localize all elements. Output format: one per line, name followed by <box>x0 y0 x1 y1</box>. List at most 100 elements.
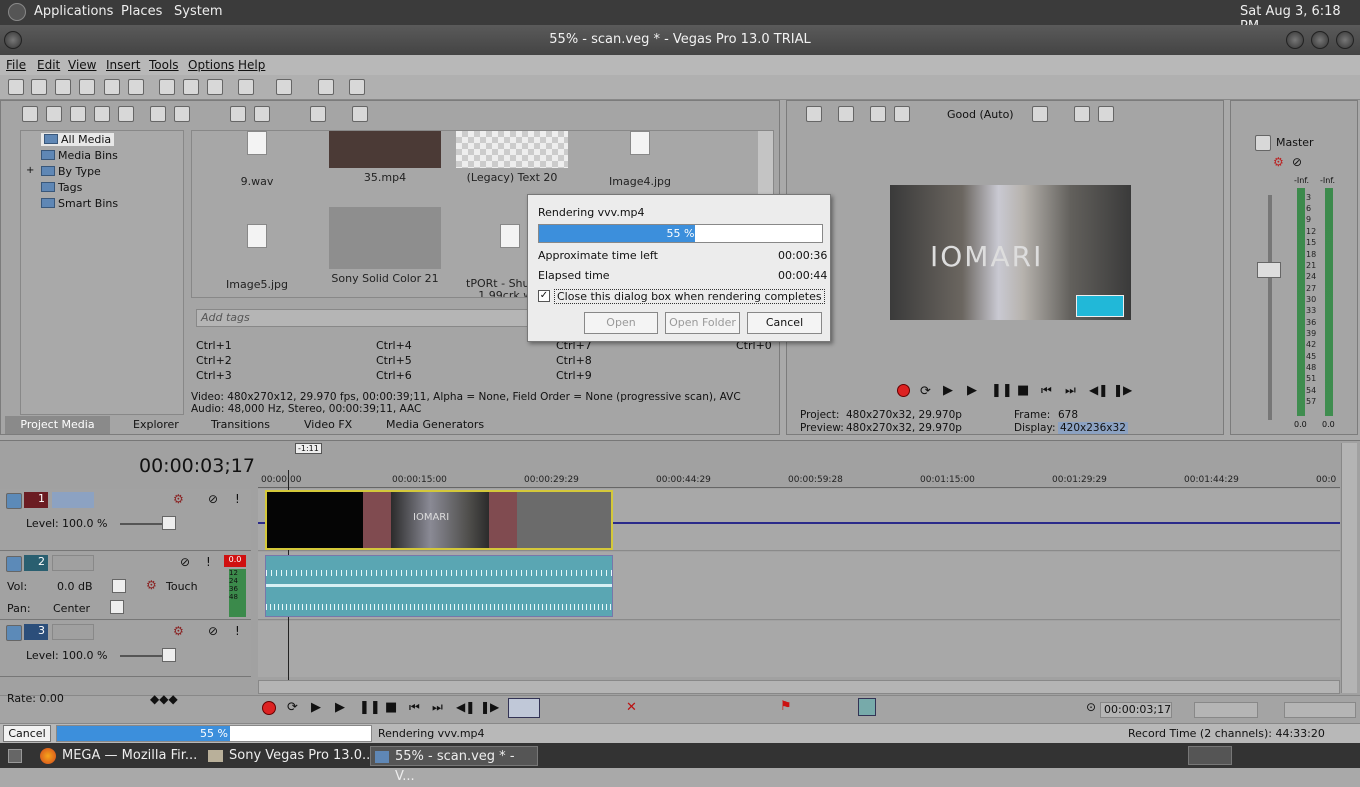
stop-icon[interactable]: ■ <box>385 700 397 715</box>
maximize-button[interactable] <box>1311 31 1329 49</box>
tree-item-by-type[interactable]: By Type <box>41 165 101 178</box>
workspace-switcher[interactable] <box>1188 746 1232 765</box>
save-icon[interactable] <box>55 79 71 95</box>
track-expand-icon[interactable] <box>6 625 22 641</box>
next-frame-icon[interactable]: ❚▶ <box>480 700 499 714</box>
tree-item-all-media[interactable]: All Media <box>41 133 115 146</box>
media-properties-icon[interactable] <box>174 106 190 122</box>
media-item[interactable]: 35.mp4 <box>329 131 441 184</box>
play-icon[interactable]: ▶ <box>335 700 345 715</box>
go-to-end-icon[interactable]: ⏭ <box>432 700 443 715</box>
prev-frame-icon[interactable]: ◀❚ <box>1089 383 1108 397</box>
import-media-icon[interactable] <box>22 106 38 122</box>
cancel-button[interactable]: Cancel <box>747 312 822 334</box>
overlays-icon[interactable] <box>894 106 910 122</box>
track-name-field[interactable] <box>52 555 94 571</box>
region-end-field[interactable] <box>1284 702 1356 718</box>
pan-slider-thumb[interactable] <box>110 600 124 614</box>
master-mute-icon[interactable]: ⊘ <box>1292 155 1302 169</box>
open-folder-button[interactable]: Open Folder <box>665 312 740 334</box>
media-item[interactable]: (Legacy) Text 20 <box>456 131 568 184</box>
properties-icon[interactable] <box>128 79 144 95</box>
applications-menu[interactable]: Applications <box>34 4 113 19</box>
timeline-vertical-scrollbar[interactable] <box>1341 443 1357 693</box>
remove-icon[interactable] <box>150 106 166 122</box>
split-screen-icon[interactable] <box>870 106 886 122</box>
window-menu-icon[interactable] <box>4 31 22 49</box>
undo-icon[interactable] <box>238 79 254 95</box>
get-media-icon[interactable] <box>70 106 86 122</box>
track-fx-icon[interactable]: ⚙ <box>173 492 184 506</box>
play-icon[interactable]: ▶ <box>967 383 977 398</box>
stop-preview-icon[interactable] <box>254 106 270 122</box>
media-item[interactable]: Image4.jpg <box>605 131 675 188</box>
loop-icon[interactable]: ⟳ <box>287 700 298 715</box>
system-menu[interactable]: System <box>174 4 222 19</box>
master-fader-handle[interactable] <box>1257 262 1281 278</box>
tab-video-fx[interactable]: Video FX <box>304 418 352 431</box>
grid-icon[interactable] <box>1032 106 1048 122</box>
media-item[interactable]: 9.wav <box>227 131 287 188</box>
menu-tools[interactable]: Tools <box>149 58 179 72</box>
edit-tool-icon[interactable] <box>318 79 334 95</box>
media-item[interactable]: Sony Solid Color 21 <box>329 207 441 285</box>
level-slider-thumb[interactable] <box>162 648 176 662</box>
track-fx-icon[interactable]: ⚙ <box>173 624 184 638</box>
normal-edit-tool-button[interactable] <box>508 698 540 718</box>
taskbar-item-firefox[interactable]: MEGA — Mozilla Fir... <box>38 746 197 766</box>
track-solo-icon[interactable]: ! <box>235 492 240 506</box>
close-when-complete-checkbox[interactable]: ✓ <box>538 290 550 302</box>
auto-ripple-button[interactable] <box>858 698 876 716</box>
search-icon[interactable] <box>352 106 368 122</box>
taskbar-item-vegas[interactable]: 55% - scan.veg * - V... <box>370 746 538 784</box>
track-lane-3[interactable] <box>258 621 1340 677</box>
delete-icon[interactable]: ✕ <box>626 700 637 715</box>
tab-explorer[interactable]: Explorer <box>133 418 179 431</box>
play-preview-icon[interactable] <box>230 106 246 122</box>
external-monitor-icon[interactable] <box>838 106 854 122</box>
level-slider-thumb[interactable] <box>162 516 176 530</box>
menu-help[interactable]: Help <box>238 58 265 72</box>
track-solo-icon[interactable]: ! <box>235 624 240 638</box>
views-icon[interactable] <box>310 106 326 122</box>
close-when-complete-label[interactable]: Close this dialog box when rendering com… <box>554 289 825 304</box>
automation-mode[interactable]: Touch <box>166 580 198 593</box>
show-desktop-icon[interactable] <box>8 749 22 763</box>
cut-icon[interactable] <box>159 79 175 95</box>
track-fx-icon[interactable]: ⚙ <box>146 578 157 592</box>
menu-options[interactable]: Options <box>188 58 234 72</box>
minimize-button[interactable] <box>1286 31 1304 49</box>
search-media-icon[interactable] <box>118 106 134 122</box>
pause-icon[interactable]: ❚❚ <box>991 383 1013 398</box>
whats-this-icon[interactable] <box>349 79 365 95</box>
menu-insert[interactable]: Insert <box>106 58 140 72</box>
add-tags-input[interactable]: Add tags <box>196 309 528 327</box>
redo-icon[interactable] <box>276 79 292 95</box>
status-cancel-button[interactable]: Cancel <box>3 725 51 742</box>
menu-edit[interactable]: Edit <box>37 58 60 72</box>
track-expand-icon[interactable] <box>6 493 22 509</box>
audio-event[interactable] <box>265 555 613 617</box>
save-snapshot-icon[interactable] <box>1098 106 1114 122</box>
marker-region[interactable]: -1:11 <box>295 443 322 454</box>
rate-slider[interactable]: ◆◆◆ <box>150 692 178 706</box>
places-menu[interactable]: Places <box>121 4 162 19</box>
play-from-start-icon[interactable]: ▶ <box>311 700 321 715</box>
refresh-icon[interactable] <box>94 106 110 122</box>
selection-length-field[interactable] <box>1194 702 1258 718</box>
track-expand-icon[interactable] <box>6 556 22 572</box>
menu-view[interactable]: View <box>68 58 96 72</box>
capture-icon[interactable] <box>46 106 62 122</box>
cursor-time-field[interactable]: 00:00:03;17 <box>1100 702 1172 718</box>
go-to-start-icon[interactable]: ⏮ <box>1041 383 1052 398</box>
go-to-start-icon[interactable]: ⏮ <box>409 700 420 715</box>
track-name-field[interactable] <box>52 624 94 640</box>
tree-item-tags[interactable]: Tags <box>41 181 82 194</box>
tree-item-media-bins[interactable]: Media Bins <box>41 149 118 162</box>
preview-properties-icon[interactable] <box>806 106 822 122</box>
play-from-start-icon[interactable]: ▶ <box>943 383 953 398</box>
track-mute-icon[interactable]: ⊘ <box>180 555 190 569</box>
copy-icon[interactable] <box>183 79 199 95</box>
prev-frame-icon[interactable]: ◀❚ <box>456 700 475 714</box>
master-fx-icon[interactable]: ⚙ <box>1273 155 1284 169</box>
